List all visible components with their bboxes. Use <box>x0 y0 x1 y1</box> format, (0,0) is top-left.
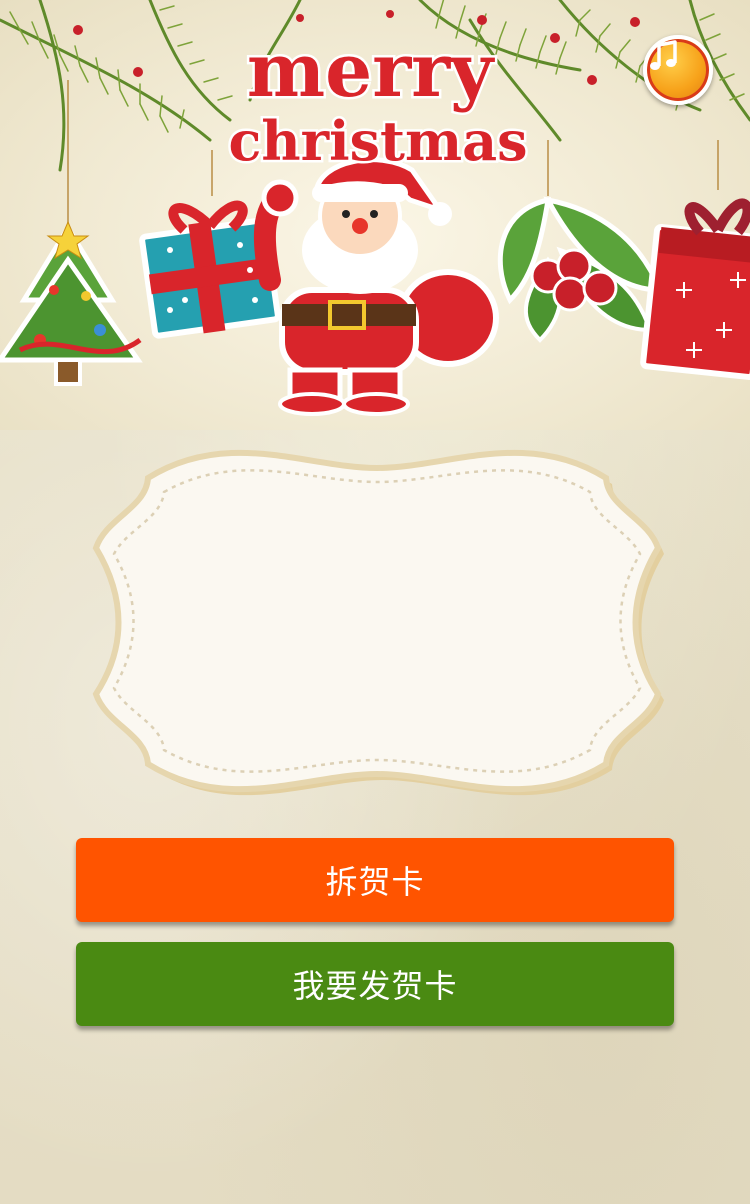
send-card-label: 我要发贺卡 <box>292 967 458 1005</box>
card-message-frame <box>88 438 666 804</box>
open-card-label: 拆贺卡 <box>325 863 425 901</box>
send-card-button[interactable]: 我要发贺卡 <box>76 942 674 1026</box>
tree-ornament <box>0 220 143 386</box>
christmas-banner: merry christmas <box>0 0 750 430</box>
red-gift-ornament <box>640 198 750 380</box>
holly-ornament <box>497 196 664 343</box>
greeting-title: merry christmas <box>226 26 530 176</box>
greeting-line-2: christmas <box>229 109 528 173</box>
greeting-line-1: merry <box>247 28 495 114</box>
open-card-button[interactable]: 拆贺卡 <box>76 838 674 922</box>
banner-illustration: merry christmas <box>0 0 750 416</box>
music-note-icon <box>650 40 677 70</box>
music-toggle-button[interactable] <box>643 35 713 105</box>
santa-claus <box>253 157 499 416</box>
